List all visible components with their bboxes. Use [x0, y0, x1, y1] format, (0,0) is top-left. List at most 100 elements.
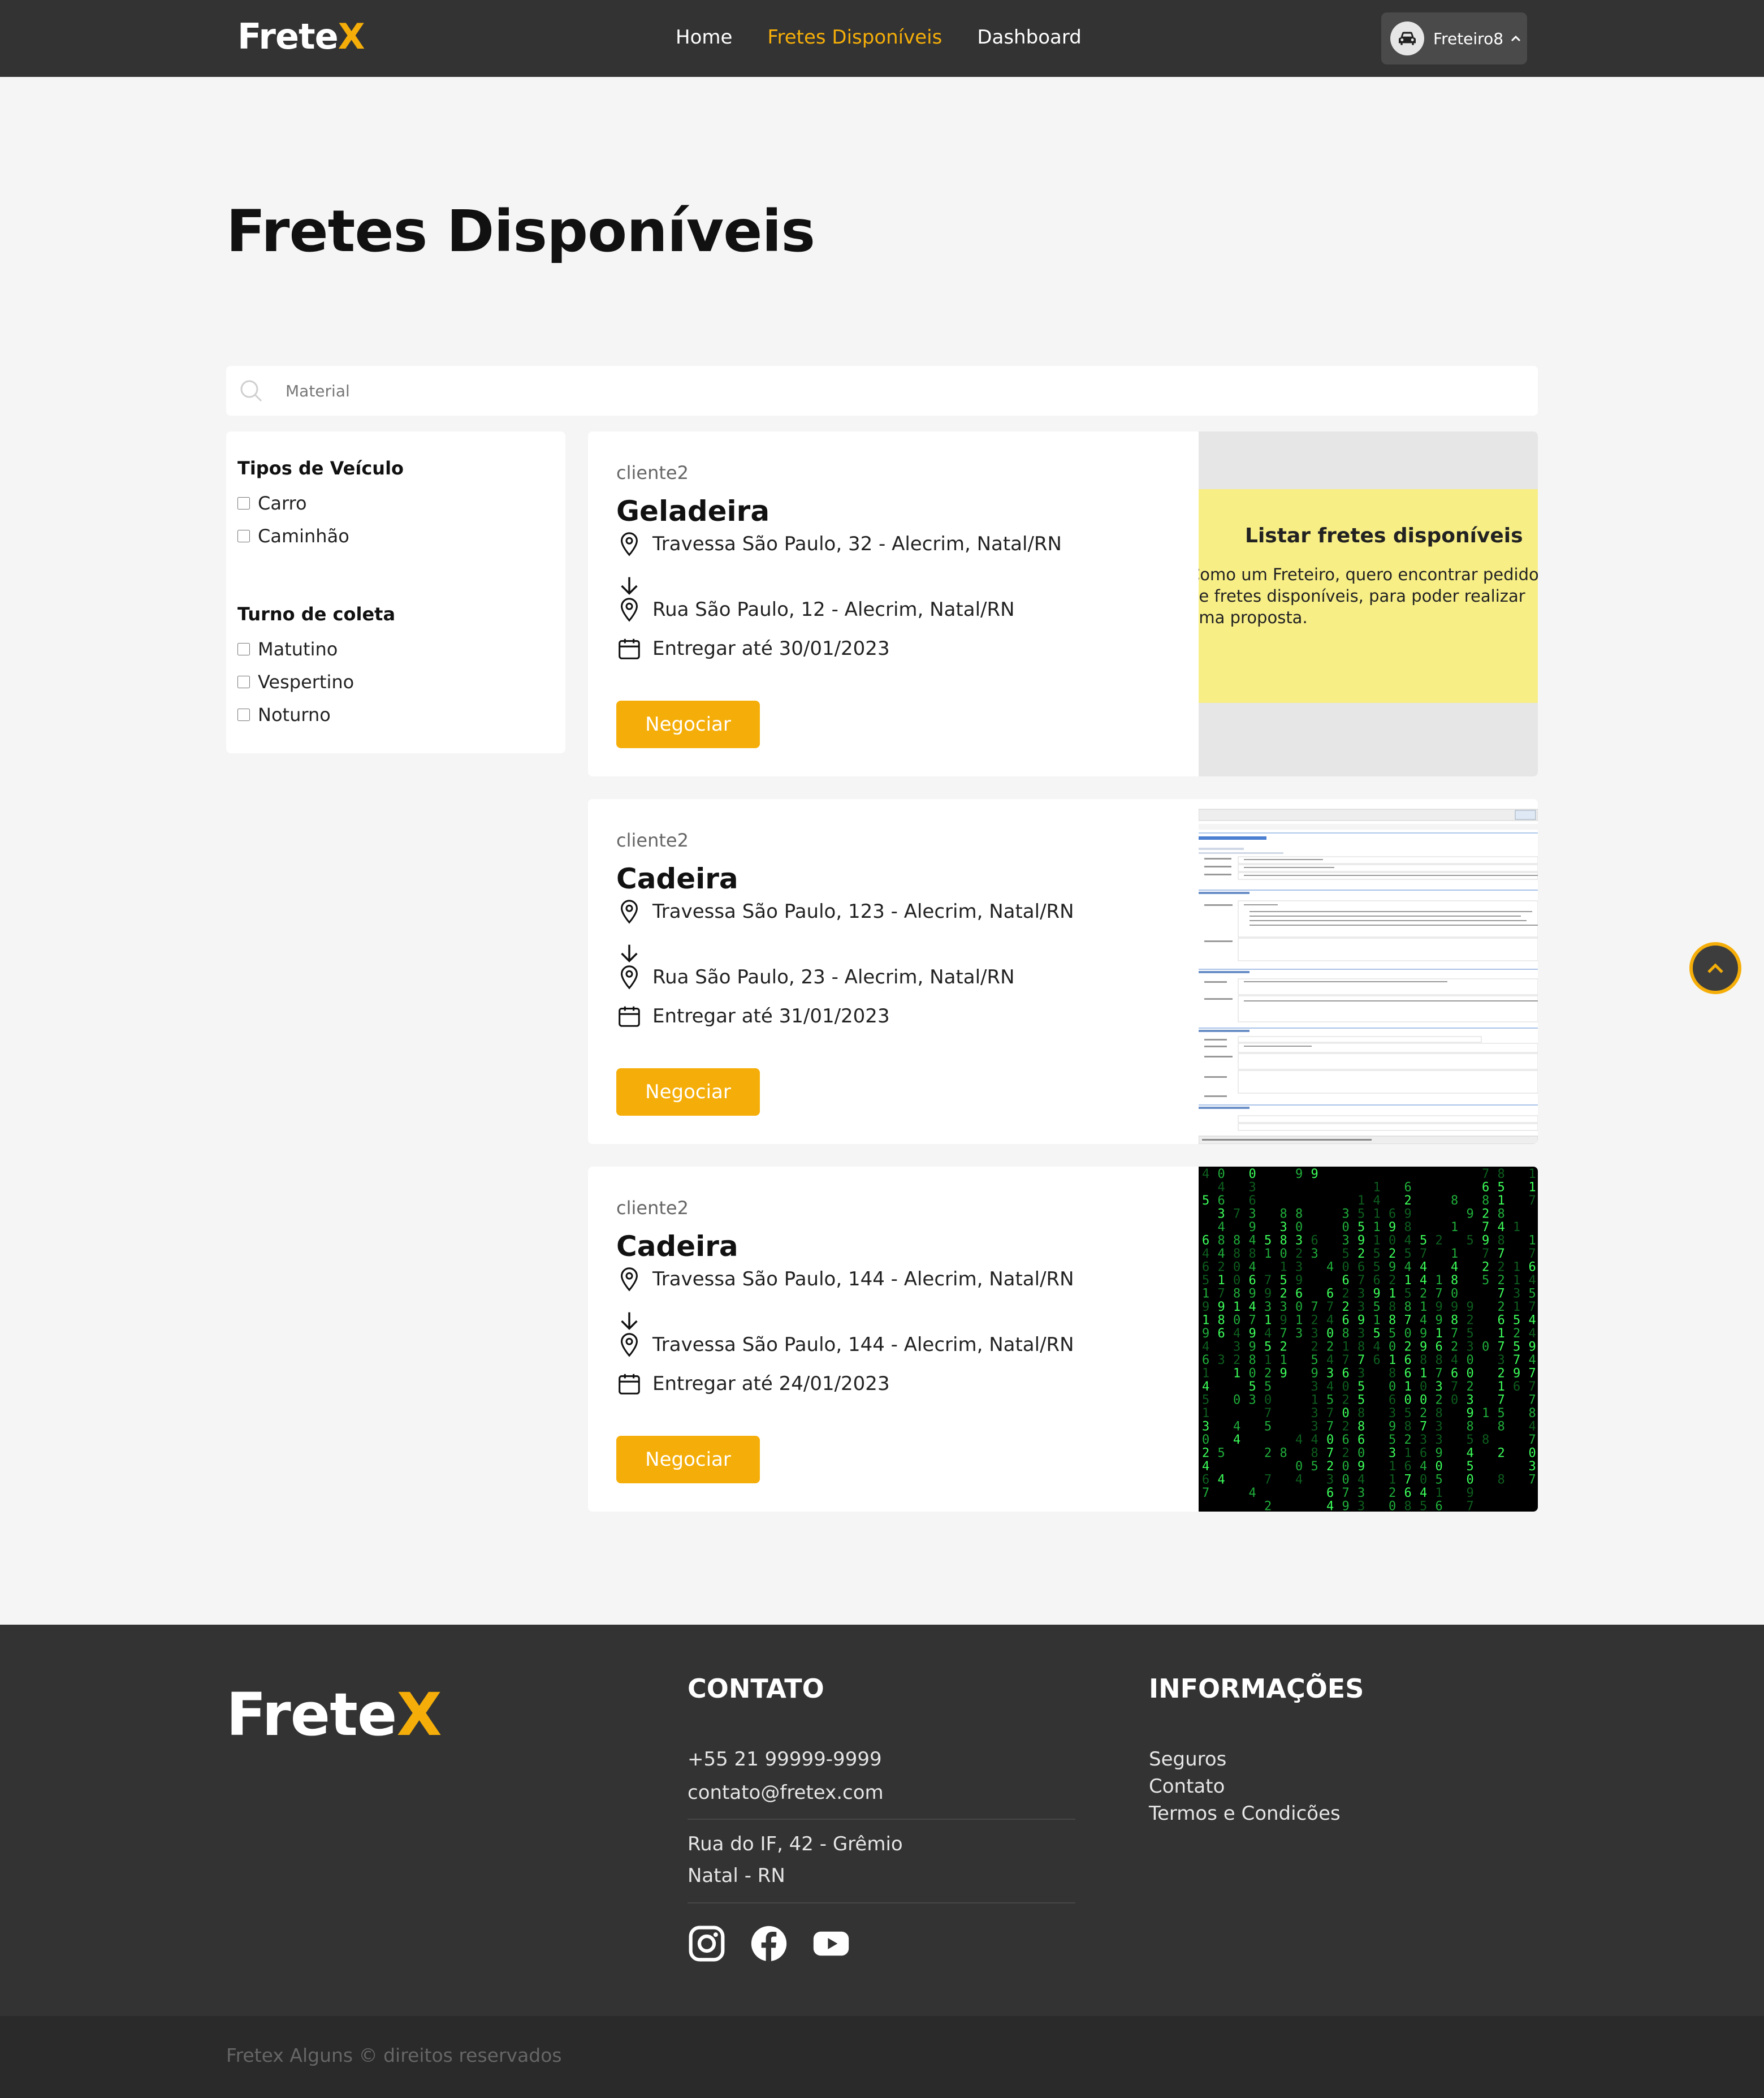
matrix-digit: 9: [1280, 1367, 1287, 1381]
matrix-digit: 9: [1373, 1287, 1381, 1301]
card-client: cliente2: [616, 830, 689, 851]
matrix-digit: 2: [1482, 1207, 1489, 1221]
freight-card: cliente2 Cadeira Travessa São Paulo, 144…: [588, 1167, 1538, 1512]
collection-shift-filter: Turno de coleta Matutino Vespertino Notu…: [237, 603, 554, 731]
filter-option-matutino[interactable]: Matutino: [237, 633, 554, 666]
nav-link-dashboard[interactable]: Dashboard: [977, 26, 1081, 49]
matrix-digit: 8: [1451, 1314, 1458, 1328]
filter-option-noturno[interactable]: Noturno: [237, 698, 554, 731]
matrix-digit: 4: [1420, 1486, 1427, 1500]
card-title: Geladeira: [616, 495, 770, 528]
matrix-digit: 7: [1264, 1406, 1272, 1421]
footer-link-seguros[interactable]: Seguros: [1149, 1748, 1226, 1771]
youtube-icon[interactable]: [812, 1924, 850, 1963]
matrix-digit: 7: [1498, 1247, 1505, 1261]
matrix-digit: 3: [1264, 1300, 1272, 1314]
negotiate-button[interactable]: Negociar: [616, 1068, 760, 1116]
footer-email[interactable]: contato@fretex.com: [688, 1781, 884, 1804]
matrix-digit: 2: [1342, 1447, 1350, 1461]
matrix-digit: 1: [1513, 1220, 1520, 1234]
map-pin-icon: [621, 532, 638, 556]
matrix-digit: 2: [1326, 1340, 1334, 1354]
matrix-digit: 4: [1202, 1340, 1209, 1354]
instagram-icon[interactable]: [688, 1924, 726, 1963]
matrix-digit: 9: [1218, 1300, 1225, 1314]
matrix-digit: 1: [1482, 1406, 1489, 1421]
matrix-digit: 5: [1529, 1287, 1536, 1301]
freight-card: cliente2 Cadeira Travessa São Paulo, 123…: [588, 799, 1538, 1144]
matrix-digit: 9: [1202, 1327, 1209, 1341]
matrix-digit: 0: [1295, 1220, 1303, 1234]
matrix-digit: 8: [1420, 1353, 1427, 1367]
checkbox[interactable]: [237, 530, 250, 542]
footer-link-termos[interactable]: Termos e Condicões: [1149, 1802, 1341, 1825]
facebook-icon[interactable]: [750, 1924, 788, 1963]
matrix-digit: 7: [1451, 1327, 1458, 1341]
search-input[interactable]: [286, 375, 1518, 407]
matrix-digit: 1: [1498, 1327, 1505, 1341]
matrix-digit: 6: [1249, 1274, 1256, 1288]
matrix-digit: 4: [1420, 1314, 1427, 1328]
matrix-digit: 1: [1451, 1220, 1458, 1234]
checkbox[interactable]: [237, 497, 250, 510]
card-deadline: Entregar até 31/01/2023: [616, 1003, 890, 1029]
matrix-digit: 3: [1311, 1420, 1318, 1434]
filter-option-vespertino[interactable]: Vespertino: [237, 666, 554, 698]
matrix-digit: 0: [1218, 1167, 1225, 1181]
matrix-digit: 2: [1342, 1300, 1350, 1314]
card-image: 4564651919461451302467046348421798635478…: [1199, 1167, 1538, 1512]
matrix-digit: 2: [1404, 1340, 1412, 1354]
matrix-digit: 8: [1218, 1234, 1225, 1248]
footer-link-contato[interactable]: Contato: [1149, 1775, 1225, 1798]
matrix-digit: 1: [1389, 1353, 1396, 1367]
matrix-digit: 0: [1404, 1327, 1412, 1341]
matrix-digit: 6: [1404, 1181, 1412, 1195]
matrix-digit: 8: [1295, 1207, 1303, 1221]
negotiate-button[interactable]: Negociar: [616, 701, 760, 748]
brand-logo[interactable]: FreteX: [237, 16, 365, 57]
checkbox[interactable]: [237, 676, 250, 688]
footer-logo[interactable]: FreteX: [226, 1680, 442, 1749]
scroll-to-top-button[interactable]: [1689, 942, 1741, 994]
matrix-digit: 5: [1311, 1460, 1318, 1474]
matrix-digit: 5: [1202, 1274, 1209, 1288]
sticky-note-image: Listar fretes disponíveis Como um Fretei…: [1199, 489, 1538, 703]
matrix-digit: 3: [1357, 1327, 1365, 1341]
matrix-digit: 5: [1467, 1460, 1474, 1474]
card-client: cliente2: [616, 1197, 689, 1219]
matrix-digit: 8: [1467, 1420, 1474, 1434]
matrix-digit: 4: [1218, 1473, 1225, 1487]
filter-option-caminhao[interactable]: Caminhão: [237, 520, 554, 552]
checkbox[interactable]: [237, 709, 250, 721]
matrix-digit: 9: [1513, 1367, 1520, 1381]
filter-option-carro[interactable]: Carro: [237, 487, 554, 520]
matrix-digit: 1: [1389, 1287, 1396, 1301]
matrix-digit: 8: [1482, 1433, 1489, 1447]
matrix-digit: 4: [1529, 1327, 1536, 1341]
negotiate-button[interactable]: Negociar: [616, 1436, 760, 1483]
matrix-digit: 5: [1404, 1406, 1412, 1421]
checkbox[interactable]: [237, 643, 250, 655]
matrix-digit: 8: [1280, 1447, 1287, 1461]
freight-card: cliente2 Geladeira Travessa São Paulo, 3…: [588, 431, 1538, 776]
matrix-digit: 3: [1249, 1181, 1256, 1195]
matrix-digit: 4: [1529, 1420, 1536, 1434]
footer-address-line1: Rua do IF, 42 - Grêmio: [688, 1833, 903, 1855]
nav-link-home[interactable]: Home: [676, 26, 732, 49]
matrix-digit: 6: [1436, 1340, 1443, 1354]
matrix-digit: 3: [1202, 1420, 1209, 1434]
matrix-digit: 7: [1202, 1486, 1209, 1500]
matrix-digit: 2: [1311, 1314, 1318, 1328]
user-menu-button[interactable]: Freteiro8: [1381, 12, 1527, 64]
matrix-digit: 1: [1342, 1340, 1350, 1354]
matrix-digit: 7: [1451, 1380, 1458, 1394]
matrix-digit: 8: [1342, 1327, 1350, 1341]
matrix-digit: 1: [1264, 1314, 1272, 1328]
nav-link-fretes-disponiveis[interactable]: Fretes Disponíveis: [767, 26, 942, 49]
matrix-digit: 1: [1311, 1393, 1318, 1408]
matrix-digit: 7: [1498, 1287, 1505, 1301]
matrix-digit: 7: [1342, 1353, 1350, 1367]
matrix-digit: 7: [1498, 1393, 1505, 1408]
matrix-digit: 5: [1373, 1300, 1381, 1314]
footer-phone: +55 21 99999-9999: [688, 1748, 882, 1771]
